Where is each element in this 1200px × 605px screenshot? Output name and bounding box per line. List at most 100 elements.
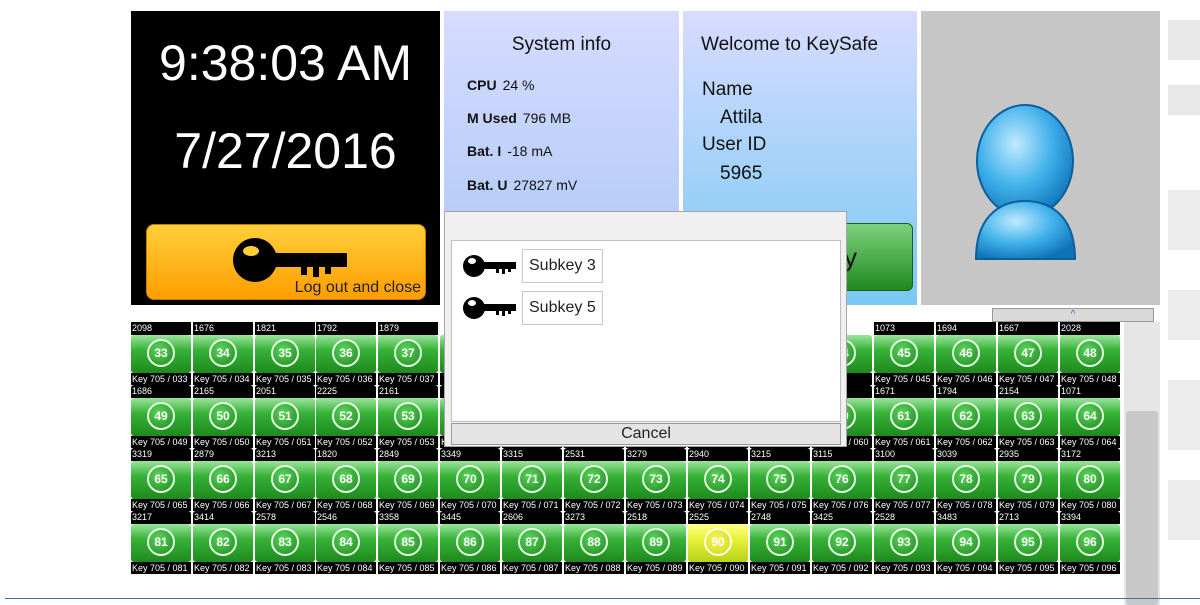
key-code-label — [193, 322, 253, 335]
key-name-label: Key 705 / 080 — [1060, 499, 1120, 511]
key-code-label — [316, 322, 376, 335]
key-tile[interactable]: 45 Key 705 / 045 — [874, 322, 934, 385]
key-name-label: Key 705 / 050 — [193, 436, 253, 448]
key-name-label: Key 705 / 086 — [440, 562, 500, 574]
key-tile[interactable]: 2051 51 Key 705 / 051 — [255, 385, 315, 448]
key-slot: 83 — [255, 524, 315, 562]
key-tile[interactable]: 3039 78 Key 705 / 078 — [936, 448, 996, 511]
key-tile[interactable]: 2935 79 Key 705 / 079 — [998, 448, 1058, 511]
key-name-label: Key 705 / 087 — [502, 562, 562, 574]
key-tile[interactable]: 3349 70 Key 705 / 070 — [440, 448, 500, 511]
key-tile[interactable]: 1671 61 Key 705 / 061 — [874, 385, 934, 448]
logout-button[interactable]: Log out and close — [146, 224, 426, 300]
scroll-up-button[interactable]: ^ — [992, 308, 1154, 322]
key-number-badge: 80 — [1076, 465, 1104, 493]
user-avatar-icon — [974, 104, 1077, 260]
key-number-badge: 90 — [704, 528, 732, 556]
key-number-badge: 76 — [828, 465, 856, 493]
key-name-label: Key 705 / 061 — [874, 436, 934, 448]
key-tile[interactable]: 3445 86 Key 705 / 086 — [440, 511, 500, 574]
key-name-label: Key 705 / 081 — [131, 562, 191, 574]
key-tile[interactable]: 2528 93 Key 705 / 093 — [874, 511, 934, 574]
key-tile[interactable]: 3215 75 Key 705 / 075 — [750, 448, 810, 511]
key-tile[interactable]: 3115 76 Key 705 / 076 — [812, 448, 872, 511]
key-tile[interactable]: 35 Key 705 / 035 — [255, 322, 315, 385]
key-tile[interactable]: 34 Key 705 / 034 — [193, 322, 253, 385]
key-tile[interactable]: 2606 87 Key 705 / 087 — [502, 511, 562, 574]
key-code-label: 1671 — [874, 385, 934, 398]
key-tile[interactable]: 37 Key 705 / 037 — [378, 322, 438, 385]
key-code-label — [1060, 322, 1120, 335]
key-tile[interactable]: 48 Key 705 / 048 — [1060, 322, 1120, 385]
cancel-button[interactable]: Cancel — [451, 423, 841, 445]
key-tile[interactable]: 2154 63 Key 705 / 063 — [998, 385, 1058, 448]
key-tile[interactable]: 3483 94 Key 705 / 094 — [936, 511, 996, 574]
key-tile[interactable]: 3217 81 Key 705 / 081 — [131, 511, 191, 574]
key-tile[interactable]: 2518 89 Key 705 / 089 — [626, 511, 686, 574]
battery-voltage-value: 27827 mV — [513, 177, 578, 193]
key-tile[interactable]: 2879 66 Key 705 / 066 — [193, 448, 253, 511]
key-tile[interactable]: 1794 62 Key 705 / 062 — [936, 385, 996, 448]
key-tile[interactable]: 1820 68 Key 705 / 068 — [316, 448, 376, 511]
scrollbar-thumb[interactable] — [1126, 411, 1158, 605]
key-tile[interactable]: 3414 82 Key 705 / 082 — [193, 511, 253, 574]
key-tile[interactable]: 2225 52 Key 705 / 052 — [316, 385, 376, 448]
key-code-label: 2051 — [255, 385, 315, 398]
key-tile[interactable]: 36 Key 705 / 036 — [316, 322, 376, 385]
key-tile[interactable]: 1686 49 Key 705 / 049 — [131, 385, 191, 448]
key-code-label: 1794 — [936, 385, 996, 398]
key-tile[interactable]: 2546 84 Key 705 / 084 — [316, 511, 376, 574]
key-tile[interactable]: 3100 77 Key 705 / 077 — [874, 448, 934, 511]
open-key-button[interactable]: y — [837, 223, 913, 291]
name-label: Name — [702, 79, 753, 100]
key-slot: 35 — [255, 335, 315, 373]
key-slot: 69 — [378, 461, 438, 499]
key-number-badge: 61 — [890, 402, 918, 430]
key-tile[interactable]: 3358 85 Key 705 / 085 — [378, 511, 438, 574]
key-slot: 33 — [131, 335, 191, 373]
key-slot: 51 — [255, 398, 315, 436]
key-tile[interactable]: 2161 53 Key 705 / 053 — [378, 385, 438, 448]
key-tile[interactable]: 3172 80 Key 705 / 080 — [1060, 448, 1120, 511]
key-code-label: 3100 — [874, 448, 934, 461]
key-code-label: 2748 — [750, 511, 810, 524]
key-tile[interactable]: 2165 50 Key 705 / 050 — [193, 385, 253, 448]
key-code-label: 3039 — [936, 448, 996, 461]
key-tile[interactable]: 47 Key 705 / 047 — [998, 322, 1058, 385]
key-tile[interactable]: 2748 91 Key 705 / 091 — [750, 511, 810, 574]
key-tile[interactable]: 3315 71 Key 705 / 071 — [502, 448, 562, 511]
key-code-label: 3115 — [812, 448, 872, 461]
key-tile[interactable]: 3425 92 Key 705 / 092 — [812, 511, 872, 574]
key-tile[interactable]: 3394 96 Key 705 / 096 — [1060, 511, 1120, 574]
key-tile[interactable]: 3273 88 Key 705 / 088 — [564, 511, 624, 574]
key-name-label: Key 705 / 036 — [316, 373, 376, 385]
key-tile[interactable]: 2713 95 Key 705 / 095 — [998, 511, 1058, 574]
key-icon — [463, 255, 516, 277]
key-number-badge: 96 — [1076, 528, 1104, 556]
key-number-badge: 37 — [394, 339, 422, 367]
key-tile[interactable]: 3213 67 Key 705 / 067 — [255, 448, 315, 511]
key-tile[interactable]: 2940 74 Key 705 / 074 — [688, 448, 748, 511]
battery-current-label: Bat. I — [467, 143, 502, 159]
key-slot: 74 — [688, 461, 748, 499]
key-number-badge: 79 — [1014, 465, 1042, 493]
key-name-label: Key 705 / 094 — [936, 562, 996, 574]
key-tile[interactable]: 2849 69 Key 705 / 069 — [378, 448, 438, 511]
key-tile[interactable]: 2525 90 Key 705 / 090 — [688, 511, 748, 574]
key-tile[interactable]: 2531 72 Key 705 / 072 — [564, 448, 624, 511]
key-tile[interactable]: 46 Key 705 / 046 — [936, 322, 996, 385]
key-slot: 36 — [316, 335, 376, 373]
key-slot: 76 — [812, 461, 872, 499]
key-tile[interactable]: 3319 65 Key 705 / 065 — [131, 448, 191, 511]
key-tile[interactable]: 2578 83 Key 705 / 083 — [255, 511, 315, 574]
key-number-badge: 91 — [766, 528, 794, 556]
key-name-label: Key 705 / 069 — [378, 499, 438, 511]
key-number-badge: 83 — [271, 528, 299, 556]
clock-time: 9:38:03 AM — [159, 35, 412, 91]
key-name-label: Key 705 / 092 — [812, 562, 872, 574]
key-slot: 82 — [193, 524, 253, 562]
edge-decoration — [1168, 20, 1200, 540]
key-tile[interactable]: 1071 64 Key 705 / 064 — [1060, 385, 1120, 448]
key-tile[interactable]: 3279 73 Key 705 / 073 — [626, 448, 686, 511]
key-tile[interactable]: 33 Key 705 / 033 — [131, 322, 191, 385]
